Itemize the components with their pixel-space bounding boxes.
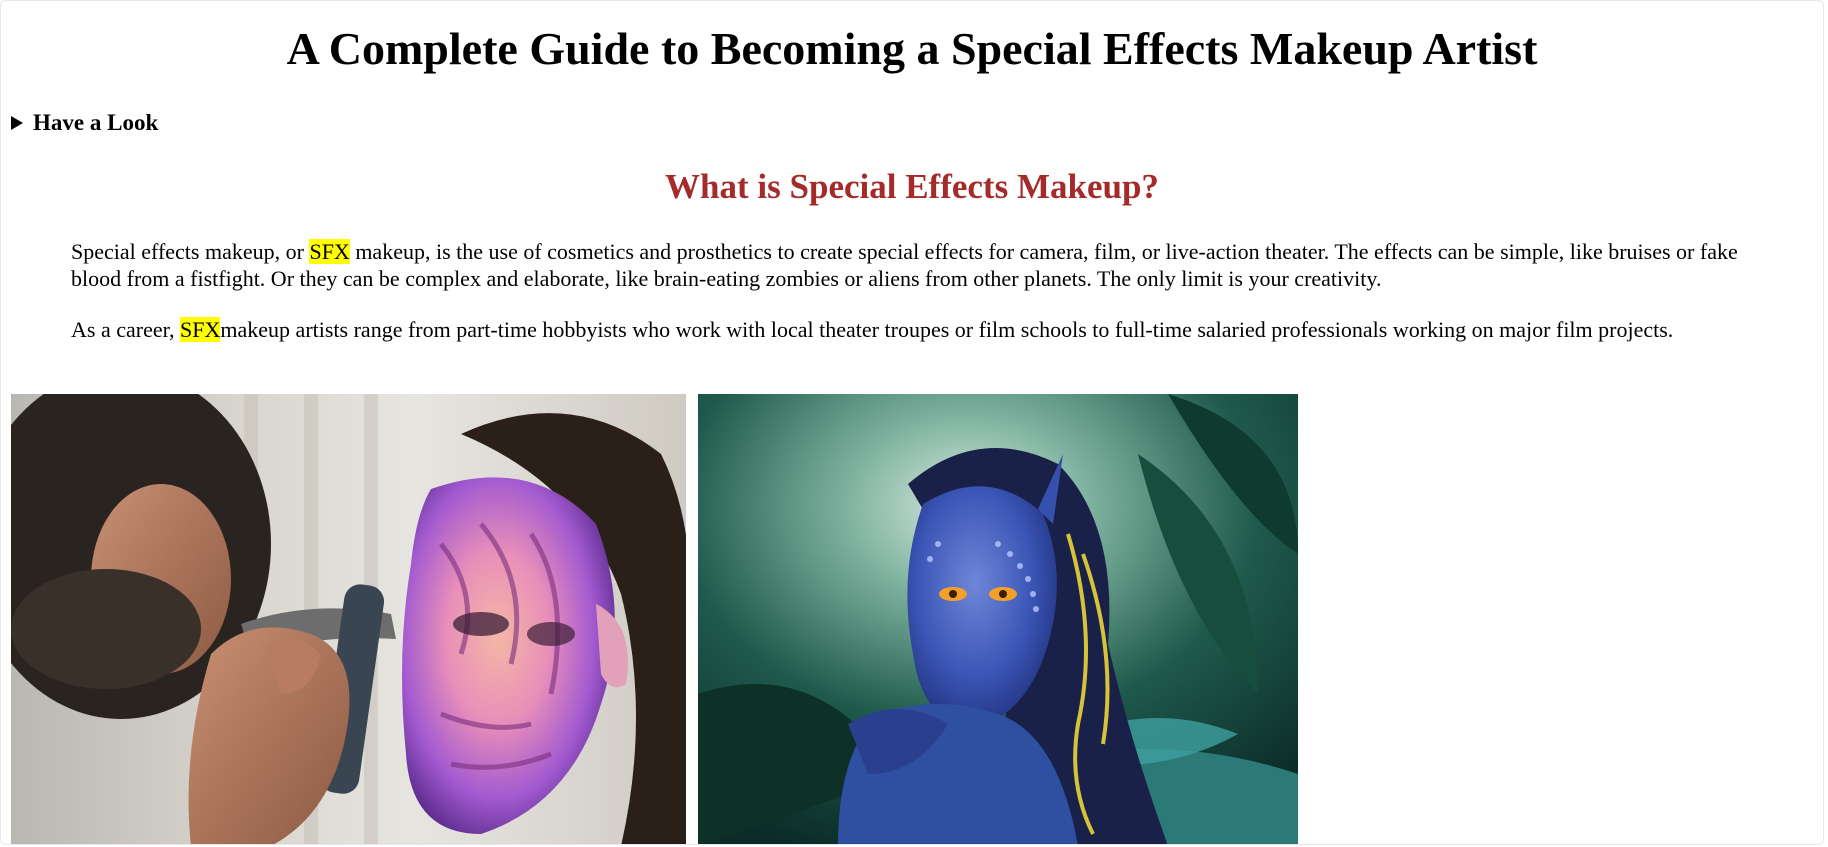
airbrush-artist-photo bbox=[11, 394, 686, 844]
sfx-highlight: SFX bbox=[180, 317, 221, 342]
page-frame: A Complete Guide to Becoming a Special E… bbox=[0, 0, 1824, 845]
para1-text-start: Special effects makeup, or bbox=[71, 239, 310, 264]
section-heading: What is Special Effects Makeup? bbox=[665, 167, 1159, 206]
have-a-look-details[interactable]: Have a Look bbox=[11, 109, 158, 137]
disclosure-triangle-icon bbox=[11, 116, 23, 130]
image-gallery bbox=[11, 394, 1298, 844]
have-a-look-summary[interactable]: Have a Look bbox=[11, 109, 158, 137]
intro-paragraph: Special effects makeup, or SFX makeup, i… bbox=[71, 238, 1771, 292]
have-a-look-label: Have a Look bbox=[33, 110, 159, 135]
career-paragraph: As a career, SFXmakeup artists range fro… bbox=[71, 316, 1771, 343]
page-title: A Complete Guide to Becoming a Special E… bbox=[286, 23, 1538, 74]
para2-text-start: As a career, bbox=[71, 317, 181, 342]
sfx-highlight: SFX bbox=[309, 239, 350, 264]
para2-text-end: makeup artists range from part-time hobb… bbox=[220, 317, 1674, 342]
blue-alien-photo bbox=[698, 394, 1298, 844]
